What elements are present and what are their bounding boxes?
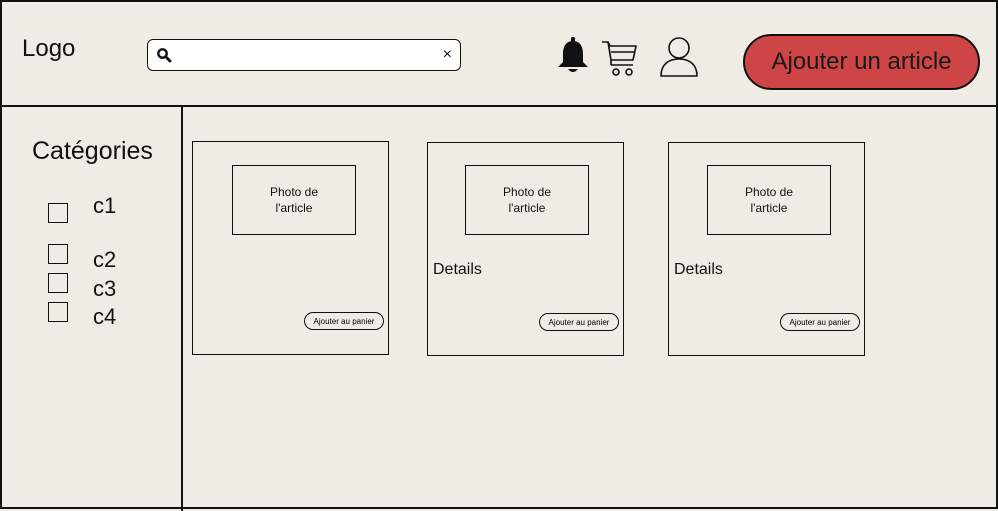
product-photo: Photo de l'article [232,165,356,235]
clear-icon[interactable]: × [443,45,452,65]
search-icon [157,48,172,63]
search-input[interactable] [178,44,432,68]
category-item-c1[interactable]: c1 [48,193,116,223]
header: Logo × Ajouter un article [2,2,998,107]
category-checkbox[interactable] [48,203,68,223]
category-checkbox[interactable] [48,273,68,293]
product-photo: Photo de l'article [707,165,831,235]
search-bar[interactable]: × [147,39,461,71]
category-checkbox[interactable] [48,302,68,322]
add-to-cart-button[interactable]: Ajouter au panier [539,313,619,331]
product-card: Photo de l'article Details Ajouter au pa… [427,142,624,356]
category-checkbox[interactable] [48,244,68,264]
sidebar: Catégories c1 c2 c3 c4 [2,107,183,511]
cart-icon[interactable] [600,38,640,78]
bell-icon[interactable] [555,36,591,76]
logo: Logo [22,35,76,62]
category-label: c1 [93,193,117,218]
add-to-cart-button[interactable]: Ajouter au panier [780,313,860,331]
product-card: Photo de l'article Ajouter au panier [192,141,389,355]
product-details: Details [674,261,723,278]
user-icon[interactable] [658,36,700,78]
categories-title: Catégories [32,137,153,165]
product-card: Photo de l'article Details Ajouter au pa… [668,142,865,356]
product-photo: Photo de l'article [465,165,589,235]
add-to-cart-button[interactable]: Ajouter au panier [304,312,384,330]
category-label: c4 [93,304,117,329]
add-article-button[interactable]: Ajouter un article [743,34,980,90]
app-frame: Logo × Ajouter un article Catégories c1 … [0,0,998,511]
product-details: Details [433,261,482,278]
category-item-c4[interactable]: c4 [48,294,116,330]
